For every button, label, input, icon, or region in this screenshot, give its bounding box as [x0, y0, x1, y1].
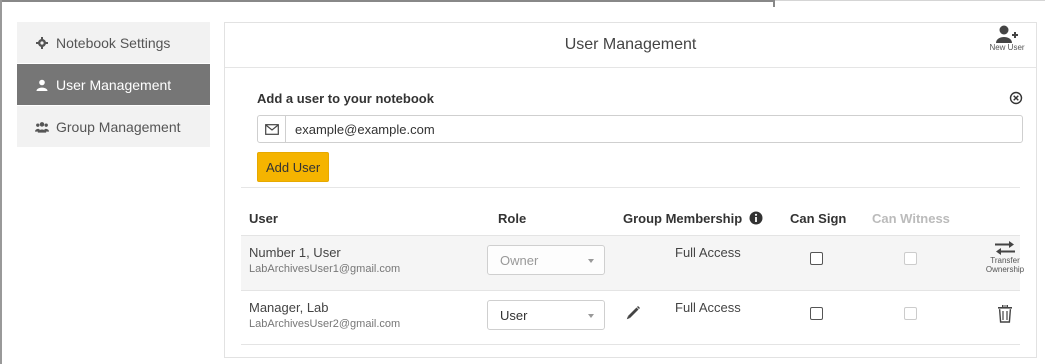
add-user-section: Add a user to your notebook Add User	[257, 91, 1023, 182]
user-icon	[35, 78, 49, 92]
user-management-panel: User Management New User Add a user to y…	[224, 22, 1037, 358]
transfer-label: Transfer	[990, 256, 1020, 265]
role-select[interactable]: Owner	[487, 245, 605, 275]
role-value: User	[500, 307, 528, 323]
close-circle-icon[interactable]	[1009, 91, 1023, 105]
pencil-icon[interactable]	[625, 305, 641, 326]
user-name: Manager, Lab	[249, 300, 329, 315]
caret-down-icon	[588, 259, 594, 263]
can-sign-checkbox[interactable]	[810, 252, 823, 265]
trash-icon	[977, 305, 1033, 323]
panel-header: User Management New User	[225, 23, 1036, 68]
email-field	[257, 115, 1023, 143]
column-header-can-witness: Can Witness	[872, 211, 950, 226]
sidebar-item-label: Notebook Settings	[56, 34, 171, 51]
role-select[interactable]: User	[487, 300, 605, 330]
group-membership: Full Access	[675, 245, 741, 260]
ownership-label: Ownership	[985, 265, 1025, 274]
group-membership: Full Access	[675, 300, 741, 315]
role-value: Owner	[500, 252, 539, 268]
user-name: Number 1, User	[249, 245, 341, 260]
user-email: LabArchivesUser1@gmail.com	[249, 263, 401, 275]
column-header-role: Role	[498, 211, 527, 226]
column-header-user: User	[249, 211, 278, 226]
sidebar-item-user-management[interactable]: User Management	[17, 64, 210, 106]
users-icon	[35, 120, 49, 134]
new-user-button[interactable]: New User	[984, 25, 1030, 52]
sidebar-item-label: User Management	[56, 76, 172, 93]
section-divider	[241, 187, 1020, 188]
window-left-border	[0, 0, 2, 364]
envelope-icon	[258, 116, 286, 142]
page-title: User Management	[564, 36, 697, 53]
sidebar-item-label: Group Management	[56, 118, 181, 135]
add-user-icon	[984, 25, 1030, 43]
can-witness-checkbox	[904, 307, 917, 320]
users-table-header: User Role Group Membership Can Sign Can …	[225, 205, 1036, 235]
can-witness-checkbox	[904, 252, 917, 265]
add-user-button[interactable]: Add User	[257, 152, 330, 182]
add-user-heading: Add a user to your notebook	[257, 91, 434, 106]
email-input[interactable]	[286, 117, 986, 141]
table-row: Number 1, User LabArchivesUser1@gmail.co…	[241, 235, 1024, 290]
can-sign-checkbox[interactable]	[810, 307, 823, 320]
caret-down-icon	[588, 314, 594, 318]
column-header-group: Group Membership	[623, 211, 763, 226]
sidebar-item-group-management[interactable]: Group Management	[17, 106, 210, 148]
info-icon[interactable]	[749, 211, 763, 225]
transfer-arrows-icon	[977, 240, 1033, 256]
column-header-can-sign: Can Sign	[790, 211, 847, 226]
window-top-border	[0, 0, 1045, 7]
sidebar-item-notebook-settings[interactable]: Notebook Settings	[17, 22, 210, 64]
user-email: LabArchivesUser2@gmail.com	[249, 318, 401, 330]
delete-user-button[interactable]	[977, 305, 1033, 323]
settings-sidebar: Notebook Settings User Management Group …	[17, 22, 210, 148]
new-user-label: New User	[989, 43, 1025, 52]
transfer-ownership-button[interactable]: Transfer Ownership	[977, 240, 1033, 274]
table-row: Manager, Lab LabArchivesUser2@gmail.com …	[241, 290, 1020, 345]
gear-icon	[35, 36, 49, 50]
